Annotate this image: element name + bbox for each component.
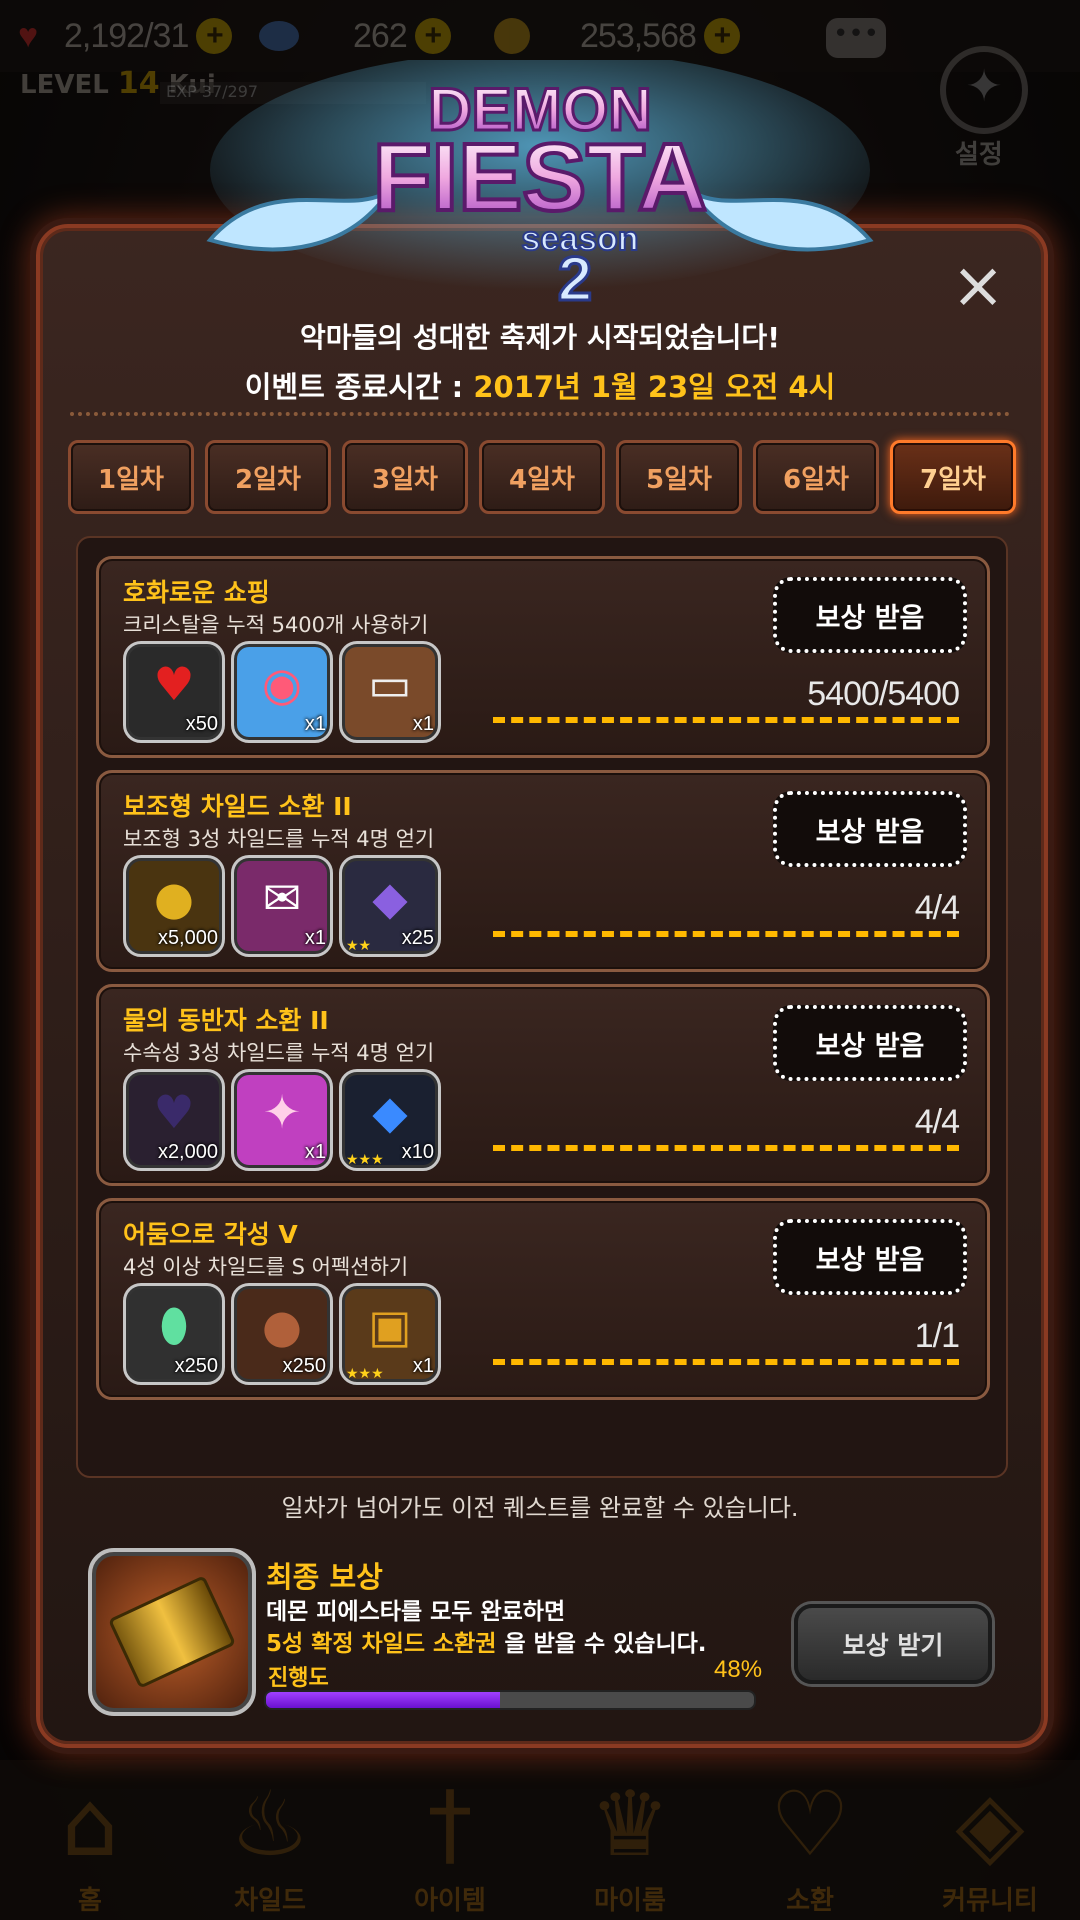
claim-reward-button[interactable]: 보상 받음: [773, 791, 967, 867]
day-tabs: 1일차 2일차 3일차 4일차 5일차 6일차 7일차: [68, 440, 1016, 514]
reward-item[interactable]: ● x250: [231, 1283, 333, 1385]
quest-title: 물의 동반자 소환 II: [123, 1006, 329, 1035]
quest-card: 호화로운 쇼핑 크리스탈을 누적 5400개 사용하기 ♥ x50 ◉ x1 ▭…: [96, 556, 990, 758]
tab-day-2[interactable]: 2일차: [205, 440, 331, 514]
reward-item[interactable]: ◆ ★★ x25: [339, 855, 441, 957]
crystal-icon: ◆: [372, 871, 408, 925]
tab-day-3[interactable]: 3일차: [342, 440, 468, 514]
reward-count: x1: [304, 927, 326, 949]
reward-count: x1: [304, 713, 326, 735]
ticket-icon: ✦: [262, 1085, 302, 1139]
quest-progress: 4/4: [914, 889, 960, 927]
tab-day-5[interactable]: 5일차: [616, 440, 742, 514]
reward-item[interactable]: ● x5,000: [123, 855, 225, 957]
reward-items: ♥ x2,000 ✦ x1 ◆ ★★★ x10: [123, 1069, 441, 1171]
reward-items: ♥ x50 ◉ x1 ▭ x1: [123, 641, 441, 743]
tab-day-6[interactable]: 6일차: [753, 440, 879, 514]
gift-box-icon: ◉: [261, 657, 303, 711]
reward-item[interactable]: ✦ x1: [231, 1069, 333, 1171]
quest-title: 호화로운 쇼핑: [123, 578, 270, 607]
reward-item[interactable]: ◆ ★★★ x10: [339, 1069, 441, 1171]
reward-item[interactable]: ⬮ x250: [123, 1283, 225, 1385]
quest-card: 물의 동반자 소환 II 수속성 3성 차일드를 누적 4명 얻기 ♥ x2,0…: [96, 984, 990, 1186]
quest-card: 어둠으로 각성 V 4성 이상 차일드를 S 어펙션하기 ⬮ x250 ● x2…: [96, 1198, 990, 1400]
divider: [70, 412, 1010, 416]
tab-day-1[interactable]: 1일차: [68, 440, 194, 514]
info-note: 일차가 넘어가도 이전 퀘스트를 완료할 수 있습니다.: [281, 1494, 799, 1522]
progress-percent: 48%: [714, 1656, 763, 1683]
claim-reward-button[interactable]: 보상 받음: [773, 1005, 967, 1081]
progress-fill: [266, 1692, 501, 1708]
rainbow-gem-icon: ⬮: [159, 1298, 189, 1352]
reward-count: x250: [282, 1355, 326, 1377]
claim-reward-button[interactable]: 보상 받음: [773, 1219, 967, 1295]
tab-day-4[interactable]: 4일차: [479, 440, 605, 514]
reward-items: ● x5,000 ✉ x1 ◆ ★★ x25: [123, 855, 441, 957]
tab-day-7[interactable]: 7일차: [890, 440, 1016, 514]
gold-coins-icon: ●: [153, 871, 195, 925]
reward-count: x1: [412, 713, 434, 735]
reward-count: x5,000: [157, 927, 218, 949]
reward-item[interactable]: ✉ x1: [231, 855, 333, 957]
event-end-time: 이벤트 종료시간 : 2017년 1월 23일 오전 4시: [0, 364, 1080, 406]
final-reward-title: 최종 보상: [266, 1560, 383, 1594]
end-time-date: 2017년 1월 23일 오전 4시: [473, 370, 836, 404]
quest-description: 보조형 3성 차일드를 누적 4명 얻기: [123, 827, 435, 851]
heart-icon: ♥: [153, 657, 195, 711]
dark-heart-icon: ♥: [153, 1085, 195, 1139]
star-rating: ★★: [346, 938, 372, 954]
reward-count: x250: [174, 1355, 218, 1377]
progress-label: 진행도: [268, 1666, 329, 1691]
final-reward-item: 5성 확정 차일드 소환권: [266, 1631, 497, 1657]
claim-final-reward-button[interactable]: 보상 받기: [794, 1604, 992, 1684]
reward-item[interactable]: ▭ x1: [339, 641, 441, 743]
claim-reward-button[interactable]: 보상 받음: [773, 577, 967, 653]
star-rating: ★★★: [346, 1152, 384, 1168]
demon-fiesta-logo: DEMON FIESTA season 2: [206, 60, 874, 310]
close-icon[interactable]: ×: [948, 254, 1008, 318]
quest-description: 크리스탈을 누적 5400개 사용하기: [123, 613, 429, 637]
progress-bar: [264, 1690, 756, 1710]
summon-ticket-icon: [107, 1575, 237, 1689]
reward-count: x1: [304, 1141, 326, 1163]
logo-line-2: FIESTA: [373, 124, 707, 231]
reward-item[interactable]: ♥ x2,000: [123, 1069, 225, 1171]
reward-item[interactable]: ▣ ★★★ x1: [339, 1283, 441, 1385]
reward-count: x1: [412, 1355, 434, 1377]
quest-progress-bar: [493, 1359, 959, 1365]
final-reward-desc-1: 데몬 피에스타를 모두 완료하면: [266, 1599, 566, 1625]
quest-progress-bar: [493, 931, 959, 937]
end-time-label: 이벤트 종료시간 :: [244, 370, 474, 404]
quest-progress-bar: [493, 717, 959, 723]
star-rating: ★★★: [346, 1366, 384, 1382]
copper-coin-icon: ●: [261, 1299, 303, 1353]
final-reward-icon: [88, 1548, 256, 1716]
reward-count: x10: [401, 1141, 434, 1163]
reward-count: x50: [185, 713, 218, 735]
summon-ticket-icon: ✉: [262, 871, 302, 925]
final-reward-desc-2: 5성 확정 차일드 소환권 을 받을 수 있습니다.: [266, 1624, 707, 1658]
reward-count: x2,000: [157, 1141, 218, 1163]
event-headline: 악마들의 성대한 축제가 시작되었습니다!: [300, 321, 780, 354]
quest-progress: 5400/5400: [807, 675, 960, 713]
quest-card: 보조형 차일드 소환 II 보조형 3성 차일드를 누적 4명 얻기 ● x5,…: [96, 770, 990, 972]
quest-progress-bar: [493, 1145, 959, 1151]
quest-description: 4성 이상 차일드를 S 어펙션하기: [123, 1255, 409, 1279]
reward-items: ⬮ x250 ● x250 ▣ ★★★ x1: [123, 1283, 441, 1385]
reward-item[interactable]: ♥ x50: [123, 641, 225, 743]
card-icon: ▭: [368, 657, 412, 711]
reward-item[interactable]: ◉ x1: [231, 641, 333, 743]
reward-count: x25: [401, 927, 434, 949]
final-reward-desc-rest: 을 받을 수 있습니다.: [496, 1631, 707, 1657]
quest-description: 수속성 3성 차일드를 누적 4명 얻기: [123, 1041, 435, 1065]
logo-line-4: 2: [558, 245, 592, 310]
quest-progress: 1/1: [914, 1317, 960, 1355]
quest-title: 어둠으로 각성 V: [123, 1220, 298, 1249]
treasure-chest-icon: ▣: [368, 1299, 412, 1353]
quest-progress: 4/4: [914, 1103, 960, 1141]
quest-title: 보조형 차일드 소환 II: [123, 792, 352, 821]
blue-gem-icon: ◆: [372, 1085, 408, 1139]
